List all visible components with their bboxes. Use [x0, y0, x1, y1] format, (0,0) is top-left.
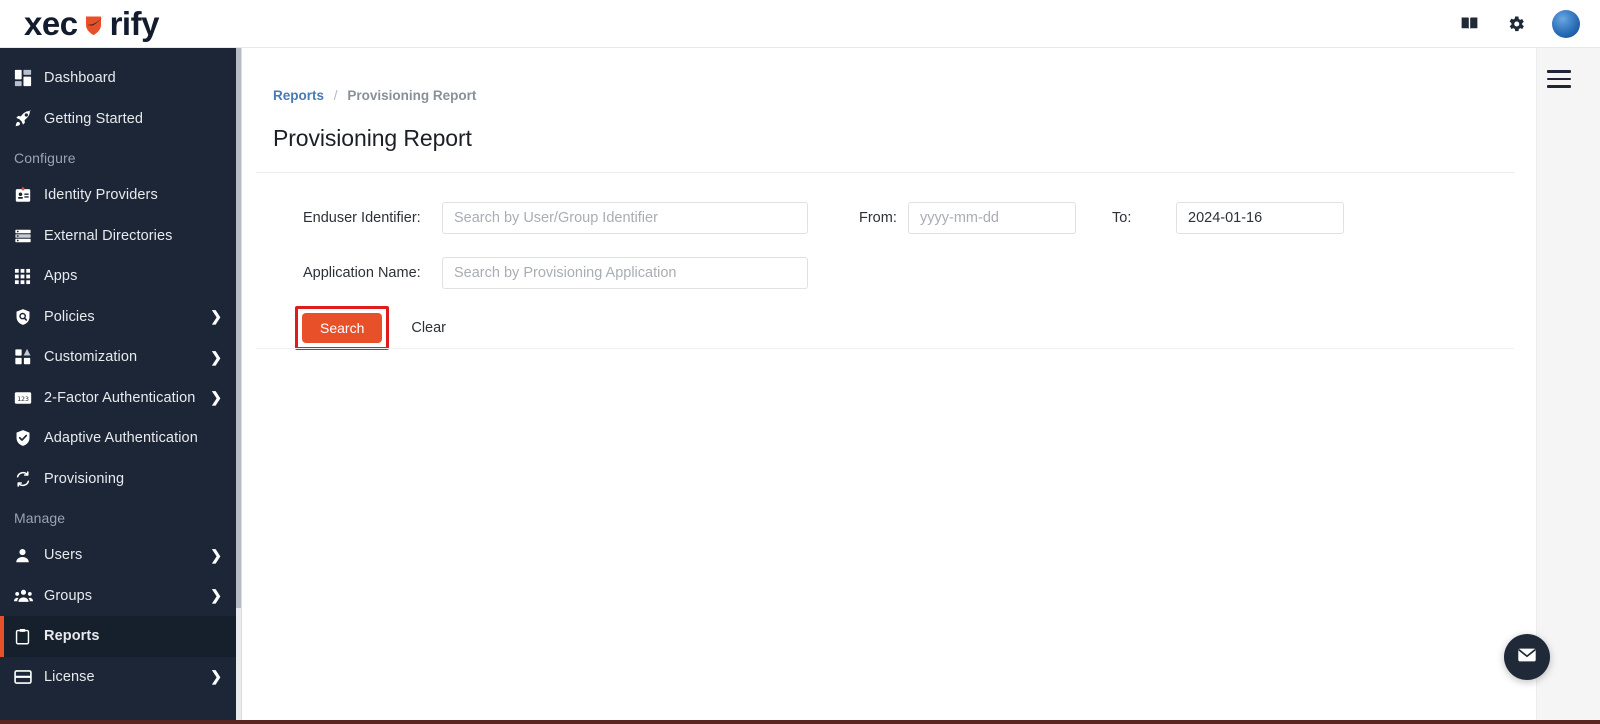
sidebar-item-getting-started[interactable]: Getting Started — [0, 99, 236, 140]
page-title: Provisioning Report — [273, 125, 472, 151]
sidebar-item-policies[interactable]: Policies ❯ — [0, 297, 236, 338]
shield-check-icon — [14, 429, 40, 447]
sidebar-item-provisioning[interactable]: Provisioning — [0, 459, 236, 500]
application-root: xec rify Dashboard Getting Started Confi… — [0, 0, 1600, 724]
sidebar-item-apps[interactable]: Apps — [0, 256, 236, 297]
chevron-right-icon: ❯ — [210, 389, 222, 406]
sidebar-item-label: Users — [44, 547, 83, 564]
main-content: Reports / Provisioning Report Provisioni… — [242, 48, 1536, 724]
logo-text: xec rify — [24, 7, 159, 40]
sidebar-item-external-directories[interactable]: External Directories — [0, 216, 236, 257]
sidebar-item-label: External Directories — [44, 227, 173, 244]
enduser-identifier-label: Enduser Identifier: — [303, 209, 421, 226]
brand-logo[interactable]: xec rify — [0, 0, 159, 47]
form-bottom-divider — [256, 348, 1514, 349]
directory-list-icon — [14, 227, 40, 245]
sidebar-item-label: Dashboard — [44, 70, 116, 87]
sidebar-item-label: Customization — [44, 349, 138, 366]
application-name-label: Application Name: — [303, 264, 421, 281]
header-actions — [1459, 9, 1600, 38]
form-top-divider — [256, 172, 1514, 173]
to-date-label: To: — [1112, 209, 1132, 226]
application-name-input[interactable] — [442, 256, 808, 289]
logo-text-left: xec — [24, 5, 78, 42]
sidebar-navigation: Dashboard Getting Started Configure Iden… — [0, 48, 236, 724]
sidebar-section-configure: Configure — [14, 150, 76, 166]
form-row-application: Application Name: — [242, 245, 1536, 300]
card-license-icon — [14, 668, 40, 686]
chevron-right-icon: ❯ — [210, 587, 222, 604]
sidebar-item-users[interactable]: Users ❯ — [0, 535, 236, 576]
top-header-bar: xec rify — [0, 0, 1600, 48]
shield-search-icon — [14, 308, 40, 326]
users-group-icon — [14, 586, 40, 605]
hamburger-line — [1547, 77, 1571, 80]
sidebar-item-license[interactable]: License ❯ — [0, 657, 236, 698]
clipboard-icon — [14, 628, 40, 645]
numeric-123-icon: 123 — [14, 389, 40, 407]
dashboard-icon — [14, 69, 40, 87]
breadcrumb-current: Provisioning Report — [347, 88, 477, 103]
sidebar-item-reports[interactable]: Reports — [0, 616, 236, 657]
sidebar-item-adaptive-authentication[interactable]: Adaptive Authentication — [0, 418, 236, 459]
logo-text-right: rify — [109, 5, 160, 42]
grid-apps-icon — [14, 268, 40, 285]
search-button-highlight: Search — [295, 306, 390, 350]
shield-icon — [79, 10, 109, 40]
user-icon — [14, 547, 40, 564]
from-date-label: From: — [859, 209, 897, 226]
breadcrumb-link-reports[interactable]: Reports — [273, 88, 324, 103]
breadcrumb: Reports / Provisioning Report — [242, 48, 1536, 103]
hamburger-line — [1547, 85, 1571, 88]
sidebar-item-label: License — [44, 668, 95, 685]
documentation-icon[interactable] — [1459, 13, 1480, 34]
svg-text:123: 123 — [17, 395, 29, 403]
rocket-icon — [14, 109, 40, 128]
form-row-enduser-and-dates: Enduser Identifier: From: To: — [242, 190, 1536, 245]
sidebar-item-identity-providers[interactable]: Identity Providers — [0, 175, 236, 216]
chevron-right-icon: ❯ — [210, 668, 222, 685]
chevron-right-icon: ❯ — [210, 348, 222, 365]
sidebar-item-label: Getting Started — [44, 110, 144, 127]
search-button[interactable]: Search — [302, 313, 383, 343]
hamburger-menu-icon[interactable] — [1547, 70, 1571, 88]
sidebar-item-label: Policies — [44, 308, 95, 325]
sidebar-item-label: Apps — [44, 268, 78, 285]
contact-support-button[interactable] — [1504, 634, 1550, 680]
sidebar-item-label: 2-Factor Authentication — [44, 389, 196, 406]
right-rail — [1536, 48, 1600, 724]
sidebar-item-label: Reports — [44, 628, 100, 645]
customization-puzzle-icon — [14, 348, 40, 366]
chevron-right-icon: ❯ — [210, 308, 222, 325]
hamburger-line — [1547, 70, 1571, 73]
sidebar-item-groups[interactable]: Groups ❯ — [0, 576, 236, 617]
chevron-right-icon: ❯ — [210, 546, 222, 563]
sidebar-item-label: Adaptive Authentication — [44, 430, 198, 447]
sidebar-section-manage: Manage — [14, 510, 66, 526]
bottom-browser-strip — [0, 720, 1600, 724]
id-badge-icon — [14, 186, 40, 204]
sidebar-item-list: Dashboard Getting Started Configure Iden… — [0, 48, 236, 697]
user-avatar[interactable] — [1552, 9, 1580, 38]
provisioning-report-filter-form: Enduser Identifier: From: To: Applicatio… — [242, 190, 1536, 356]
sync-refresh-icon — [14, 470, 40, 488]
sidebar-item-dashboard[interactable]: Dashboard — [0, 58, 236, 99]
sidebar-item-2-factor-authentication[interactable]: 123 2-Factor Authentication ❯ — [0, 378, 236, 419]
envelope-icon — [1516, 644, 1538, 671]
sidebar-item-label: Groups — [44, 587, 93, 604]
to-date-input[interactable] — [1176, 201, 1344, 234]
settings-gear-icon[interactable] — [1506, 14, 1526, 34]
sidebar-item-customization[interactable]: Customization ❯ — [0, 337, 236, 378]
breadcrumb-separator: / — [333, 88, 338, 103]
sidebar-item-label: Provisioning — [44, 470, 125, 487]
from-date-input[interactable] — [908, 201, 1076, 234]
sidebar-item-label: Identity Providers — [44, 187, 158, 204]
enduser-identifier-input[interactable] — [442, 201, 808, 234]
clear-button[interactable]: Clear — [411, 320, 446, 336]
